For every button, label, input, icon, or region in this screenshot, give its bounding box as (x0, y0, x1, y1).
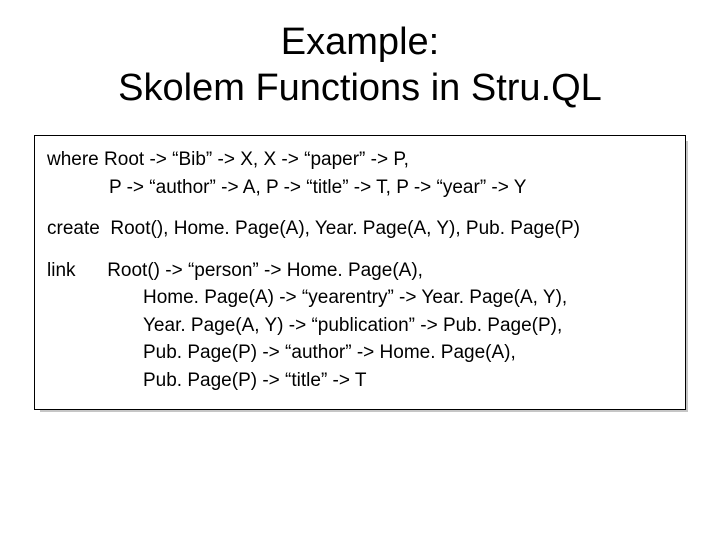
link-line-2: Home. Page(A) -> “yearentry” -> Year. Pa… (47, 284, 673, 312)
link-line-5: Pub. Page(P) -> “title” -> T (47, 367, 673, 395)
slide-title: Example: Skolem Functions in Stru.QL (30, 20, 690, 111)
link-text-1: Root() -> “person” -> Home. Page(A), (107, 260, 423, 281)
where-line-2: P -> “author” -> A, P -> “title” -> T, P… (47, 174, 673, 202)
where-line-1: where Root -> “Bib” -> X, X -> “paper” -… (47, 146, 673, 174)
link-text-5: Pub. Page(P) -> “title” -> T (143, 370, 367, 391)
title-line-2: Skolem Functions in Stru.QL (118, 67, 602, 109)
where-text-1: Root -> “Bib” -> X, X -> “paper” -> P, (104, 149, 409, 170)
create-keyword: create (47, 215, 100, 243)
link-text-3: Year. Page(A, Y) -> “publication” -> Pub… (143, 315, 562, 336)
where-clause: where Root -> “Bib” -> X, X -> “paper” -… (47, 146, 673, 201)
link-clause: link Root() -> “person” -> Home. Page(A)… (47, 257, 673, 395)
code-box: where Root -> “Bib” -> X, X -> “paper” -… (34, 135, 686, 409)
link-line-1: link Root() -> “person” -> Home. Page(A)… (47, 257, 673, 285)
link-line-4: Pub. Page(P) -> “author” -> Home. Page(A… (47, 339, 673, 367)
link-text-2: Home. Page(A) -> “yearentry” -> Year. Pa… (143, 287, 567, 308)
link-line-3: Year. Page(A, Y) -> “publication” -> Pub… (47, 312, 673, 340)
link-keyword: link (47, 257, 76, 285)
where-text-2: P -> “author” -> A, P -> “title” -> T, P… (109, 177, 526, 198)
link-text-4: Pub. Page(P) -> “author” -> Home. Page(A… (143, 342, 516, 363)
title-line-1: Example: (281, 21, 439, 63)
create-text-1: Root(), Home. Page(A), Year. Page(A, Y),… (110, 218, 580, 239)
create-line-1: create Root(), Home. Page(A), Year. Page… (47, 215, 673, 243)
where-keyword: where (47, 146, 99, 174)
code-box-wrapper: where Root -> “Bib” -> X, X -> “paper” -… (34, 135, 686, 409)
create-clause: create Root(), Home. Page(A), Year. Page… (47, 215, 673, 243)
